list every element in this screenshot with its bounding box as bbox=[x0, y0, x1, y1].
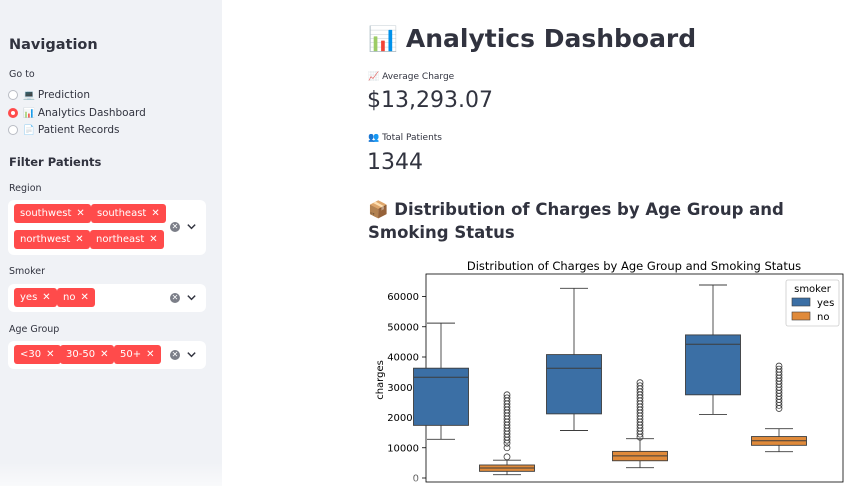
chevron-down-icon[interactable] bbox=[186, 349, 197, 360]
remove-tag-icon[interactable]: ✕ bbox=[46, 349, 54, 360]
legend-swatch-yes bbox=[791, 297, 811, 307]
bar-chart-icon: 📊 bbox=[23, 107, 35, 119]
region-label: Region bbox=[9, 183, 42, 194]
region-multiselect[interactable]: southwest ✕ southeast ✕ northwest ✕ northea… bbox=[8, 200, 206, 255]
legend-title: smoker bbox=[794, 284, 832, 295]
chart-increasing-icon: 📈 bbox=[368, 72, 380, 82]
plot-area: 0100002000030000400005000060000smokeryes… bbox=[387, 273, 844, 485]
sidebar-title: Navigation bbox=[9, 37, 98, 53]
tag-label: <30 bbox=[20, 349, 42, 360]
tag-label: northeast bbox=[96, 234, 145, 245]
smoker-tag[interactable]: yes ✕ bbox=[14, 288, 57, 307]
smoker-multiselect[interactable]: yes ✕ no ✕ ✕ bbox=[8, 284, 206, 312]
smoker-label: Smoker bbox=[9, 266, 46, 277]
radio-button[interactable] bbox=[8, 125, 18, 135]
boxplot-chart: Distribution of Charges by Age Group and… bbox=[375, 259, 844, 485]
y-tick-label: 60000 bbox=[387, 292, 419, 303]
clear-all-icon[interactable]: ✕ bbox=[170, 293, 180, 303]
metric-label-text: Average Charge bbox=[382, 72, 455, 82]
metric-total-patients-label: 👥 Total Patients bbox=[368, 133, 442, 143]
y-tick-label: 40000 bbox=[387, 353, 419, 364]
tag-label: yes bbox=[20, 292, 38, 303]
clear-all-icon[interactable]: ✕ bbox=[170, 350, 180, 360]
legend-label: no bbox=[817, 312, 829, 323]
nav-item-label: Prediction bbox=[37, 89, 91, 101]
y-tick-label: 0 bbox=[413, 474, 419, 485]
nav-item-analytics-dashboard[interactable]: 📊 Analytics Dashboard bbox=[8, 106, 146, 120]
page-title-text: Analytics Dashboard bbox=[405, 24, 697, 53]
remove-tag-icon[interactable]: ✕ bbox=[75, 234, 83, 245]
age-group-multiselect[interactable]: <30 ✕ 30-50 ✕ 50+ ✕ ✕ bbox=[8, 341, 206, 369]
remove-tag-icon[interactable]: ✕ bbox=[100, 349, 108, 360]
nav-item-patient-records[interactable]: 📄 Patient Records bbox=[8, 123, 120, 137]
radio-button[interactable] bbox=[8, 90, 18, 100]
page-title: 📊 Analytics Dashboard bbox=[368, 24, 696, 53]
tag-label: 50+ bbox=[120, 349, 142, 360]
goto-label: Go to bbox=[9, 69, 35, 80]
chevron-down-icon[interactable] bbox=[186, 221, 197, 232]
tag-label: no bbox=[63, 292, 76, 303]
package-icon: 📦 bbox=[368, 200, 389, 219]
legend-swatch-no bbox=[791, 311, 811, 321]
metric-average-charge-value: $13,293.07 bbox=[367, 88, 493, 113]
age-group-tag[interactable]: 30-50 ✕ bbox=[60, 345, 115, 364]
remove-tag-icon[interactable]: ✕ bbox=[146, 349, 154, 360]
people-icon: 👥 bbox=[368, 133, 380, 143]
age-group-tag[interactable]: <30 ✕ bbox=[14, 345, 61, 364]
laptop-icon: 💻 bbox=[23, 89, 35, 101]
section-title-text: Distribution of Charges by Age Group and… bbox=[368, 200, 784, 242]
chevron-down-icon[interactable] bbox=[186, 292, 197, 303]
tag-label: 30-50 bbox=[66, 349, 96, 360]
metric-average-charge-label: 📈 Average Charge bbox=[368, 72, 454, 82]
box-yes bbox=[546, 354, 602, 415]
region-tag[interactable]: southwest ✕ bbox=[14, 204, 91, 223]
clear-all-icon[interactable]: ✕ bbox=[170, 222, 180, 232]
region-tag[interactable]: northeast ✕ bbox=[90, 230, 164, 249]
metric-total-patients-value: 1344 bbox=[367, 150, 423, 175]
y-axis-label: charges bbox=[375, 360, 386, 400]
remove-tag-icon[interactable]: ✕ bbox=[149, 234, 157, 245]
tag-label: southeast bbox=[97, 208, 147, 219]
y-tick-label: 10000 bbox=[387, 443, 419, 454]
remove-tag-icon[interactable]: ✕ bbox=[80, 292, 88, 303]
bar-chart-icon: 📊 bbox=[368, 24, 398, 53]
nav-item-prediction[interactable]: 💻 Prediction bbox=[8, 88, 90, 102]
section-title: 📦 Distribution of Charges by Age Group a… bbox=[368, 198, 828, 244]
region-tag[interactable]: southeast ✕ bbox=[91, 204, 166, 223]
radio-button-selected[interactable] bbox=[8, 108, 18, 118]
document-icon: 📄 bbox=[23, 124, 35, 136]
metric-label-text: Total Patients bbox=[382, 133, 442, 143]
tag-label: northwest bbox=[20, 234, 71, 245]
nav-item-label: Analytics Dashboard bbox=[37, 107, 146, 119]
nav-item-label: Patient Records bbox=[37, 124, 120, 136]
remove-tag-icon[interactable]: ✕ bbox=[42, 292, 50, 303]
tag-label: southwest bbox=[20, 208, 72, 219]
smoker-tag[interactable]: no ✕ bbox=[57, 288, 95, 307]
outlier-point bbox=[503, 453, 511, 461]
remove-tag-icon[interactable]: ✕ bbox=[151, 208, 159, 219]
y-tick-label: 50000 bbox=[387, 322, 419, 333]
filter-title: Filter Patients bbox=[9, 155, 102, 169]
age-group-tag[interactable]: 50+ ✕ bbox=[114, 345, 161, 364]
age-group-label: Age Group bbox=[9, 324, 60, 335]
remove-tag-icon[interactable]: ✕ bbox=[76, 208, 84, 219]
sidebar: Navigation Go to 💻 Prediction 📊 Analytic… bbox=[0, 0, 222, 486]
legend-label: yes bbox=[817, 298, 834, 309]
region-tag[interactable]: northwest ✕ bbox=[14, 230, 90, 249]
chart-title: Distribution of Charges by Age Group and… bbox=[467, 259, 801, 273]
